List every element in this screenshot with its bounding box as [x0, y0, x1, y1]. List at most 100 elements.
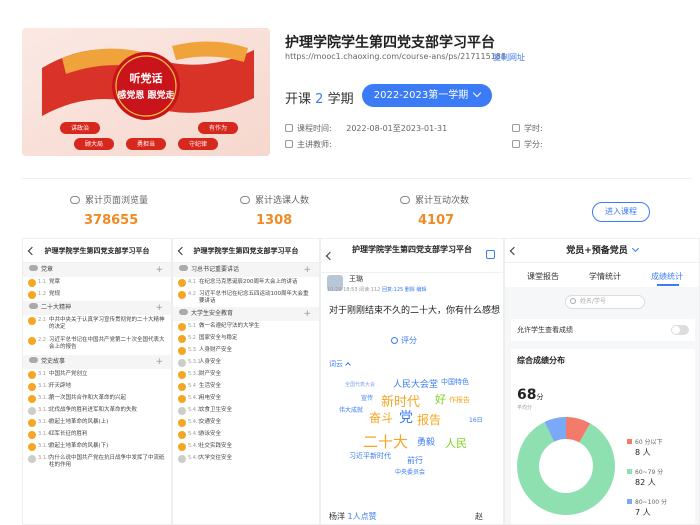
chapter-item[interactable]: 5.4.6 大学交往安全: [173, 453, 319, 465]
chapter-number: 3.1.4.1: [38, 431, 56, 437]
banner-tag: 有作为: [209, 124, 227, 132]
reply-praise[interactable]: 1人点赞: [348, 512, 377, 521]
progress-dot-icon: [178, 455, 186, 463]
back-arrow-icon[interactable]: [177, 246, 187, 256]
chapter-item[interactable]: 5.4.5 社交实践安全: [173, 441, 319, 453]
course-teacher: 主讲教师:: [285, 139, 332, 150]
chapter-number: 5.4.5: [188, 431, 201, 437]
add-icon[interactable]: +: [303, 307, 311, 321]
chapter-item[interactable]: 4.1 在纪念马克思诞辰200周年大会上的讲话: [173, 277, 319, 289]
word-cloud-toggle[interactable]: 词云: [329, 359, 351, 369]
chapter-item[interactable]: 1.1 党章: [23, 277, 171, 289]
add-icon[interactable]: +: [155, 355, 163, 369]
chapter-section[interactable]: 党史故事 +: [23, 355, 171, 369]
collapse-toggle-icon[interactable]: [179, 265, 188, 271]
chapter-number: 3.1.5: [38, 443, 51, 449]
views-label: 累计页面浏览量: [85, 196, 149, 206]
chapter-item[interactable]: 5.1 做一名遵纪守法的大学生: [173, 321, 319, 333]
chapter-item[interactable]: 3.1.4 掀起土地革命的风暴(上): [23, 417, 171, 429]
chapter-title: 为什么说中国共产党在抗日战争中发挥了中流砥柱的作用: [49, 455, 165, 468]
add-icon[interactable]: +: [303, 263, 311, 277]
chapter-section[interactable]: 二十大精神 +: [23, 301, 171, 315]
chapter-section[interactable]: 党章 +: [23, 263, 171, 277]
enroll-stat-label: 累计选课人数: [240, 193, 309, 206]
chapter-title: 饮食卫生安全: [199, 407, 233, 413]
chapter-item[interactable]: 2.2 习近平总书记在中国共产党第二十次全国代表大会上的报告: [23, 335, 171, 355]
chapter-item[interactable]: 3.1 中国共产党创立: [23, 369, 171, 381]
chapter-number: 1.2: [38, 291, 46, 297]
group-select[interactable]: 党员+预备党员: [566, 246, 628, 256]
post-replies[interactable]: 回复:125: [382, 287, 403, 293]
chapter-item[interactable]: 5.4.3 交通安全: [173, 417, 319, 429]
panel1-header: 护理学院学生第四党支部学习平台: [23, 239, 171, 263]
student-search-input[interactable]: 姓名/学号: [565, 295, 645, 309]
progress-dot-icon: [28, 337, 36, 345]
chapter-item[interactable]: 3.1.6 为什么说中国共产党在抗日战争中发挥了中流砥柱的作用: [23, 453, 171, 473]
post-date: 10-29 18:53: [327, 287, 358, 293]
chapter-item[interactable]: 5.4 生活安全: [173, 381, 319, 393]
share-icon[interactable]: [486, 250, 495, 259]
collapse-toggle-icon[interactable]: [29, 357, 38, 363]
tab-grade-stats[interactable]: 成绩统计: [651, 271, 683, 282]
progress-dot-icon: [178, 371, 186, 379]
interact-label: 累计互动次数: [415, 196, 470, 206]
chapter-item[interactable]: 3.1.5 掀起土地革命的风暴(下): [23, 441, 171, 453]
chevron-down-icon[interactable]: [631, 244, 639, 253]
chapter-section[interactable]: 习总书记重要讲话 +: [173, 263, 319, 277]
book-icon: [512, 124, 520, 132]
delete-link[interactable]: 删除: [405, 287, 415, 293]
add-icon[interactable]: +: [155, 301, 163, 315]
word-cloud-word: 宣传: [361, 395, 374, 402]
chapter-item[interactable]: 3.1.1 开天辟地: [23, 381, 171, 393]
collapse-toggle-icon[interactable]: [29, 303, 38, 309]
word-cloud-word: 前行: [407, 456, 423, 465]
chapter-item[interactable]: 5.2 国家安全与稳定: [173, 333, 319, 345]
progress-dot-icon: [28, 371, 36, 379]
chapter-number: 3.1.1: [38, 383, 51, 389]
course-header: 听党话 感党恩 跟党走 讲政治 有作为 顾大局 勇担当 守纪律 护理学院学生第四…: [0, 0, 700, 178]
allow-view-grades-toggle[interactable]: [671, 325, 689, 335]
tab-class-report[interactable]: 课堂报告: [527, 271, 559, 282]
progress-dot-icon: [178, 279, 186, 287]
chapter-item[interactable]: 5.4.1 用电安全: [173, 393, 319, 405]
copy-url-link[interactable]: 复制网址: [493, 52, 525, 63]
donut-slice: [517, 421, 615, 515]
chapter-item[interactable]: 4.2 习近平总书记在纪念五四运动100周年大会重要讲话: [173, 289, 319, 307]
word-cloud-word: 16日: [469, 417, 483, 424]
chapter-title: 北伐战争的胜利进军和大革命的失败: [49, 407, 138, 413]
enter-course-button[interactable]: 进入课程: [592, 202, 650, 222]
chapter-item[interactable]: 3.1.4.1 红军长征的胜利: [23, 429, 171, 441]
add-icon[interactable]: +: [155, 263, 163, 277]
tab-learning-stats[interactable]: 学情统计: [589, 271, 621, 282]
interact-value: 4107: [418, 213, 455, 228]
rate-button[interactable]: 评分: [391, 335, 417, 346]
edit-link[interactable]: 编辑: [416, 287, 426, 293]
chapter-item[interactable]: 3.1.2 第一次国共合作和大革命的兴起: [23, 393, 171, 405]
chapter-item[interactable]: 5.3.2 财产安全: [173, 369, 319, 381]
average-score-label: 平均分: [517, 405, 533, 411]
word-cloud-word: 中国特色: [441, 378, 469, 386]
credits-label: 学分:: [524, 140, 543, 149]
chapter-item[interactable]: 2.1 中共中央关于认真学习宣传贯彻党的二十大精神的决定: [23, 315, 171, 335]
enroll-value: 1308: [256, 213, 293, 228]
progress-dot-icon: [178, 335, 186, 343]
search-placeholder: 姓名/学号: [580, 298, 607, 305]
back-arrow-icon[interactable]: [509, 246, 519, 256]
chapter-item[interactable]: 1.2 党规: [23, 289, 171, 301]
chapter-item[interactable]: 5.4.5 游泳安全: [173, 429, 319, 441]
term-count-number: 2: [315, 92, 324, 107]
chapter-section[interactable]: 大学生安全教育 +: [173, 307, 319, 321]
collapse-toggle-icon[interactable]: [179, 309, 188, 315]
post-reads: 阅读:112: [359, 287, 381, 293]
chapter-item[interactable]: 3.1.3 北伐战争的胜利进军和大革命的失败: [23, 405, 171, 417]
views-stat-label: 累计页面浏览量: [70, 193, 148, 206]
banner-tag: 顾大局: [85, 140, 103, 148]
chapter-number: 5.4.2: [188, 407, 201, 413]
chapter-item[interactable]: 5.3.1 人身安全: [173, 357, 319, 369]
collapse-toggle-icon[interactable]: [29, 265, 38, 271]
chapter-item[interactable]: 5.3 人身财产安全: [173, 345, 319, 357]
back-arrow-icon[interactable]: [27, 246, 37, 256]
chapter-title: 人身安全: [199, 359, 222, 365]
chapter-item[interactable]: 5.4.2 饮食卫生安全: [173, 405, 319, 417]
term-select-button[interactable]: 2022-2023第一学期: [362, 84, 492, 107]
